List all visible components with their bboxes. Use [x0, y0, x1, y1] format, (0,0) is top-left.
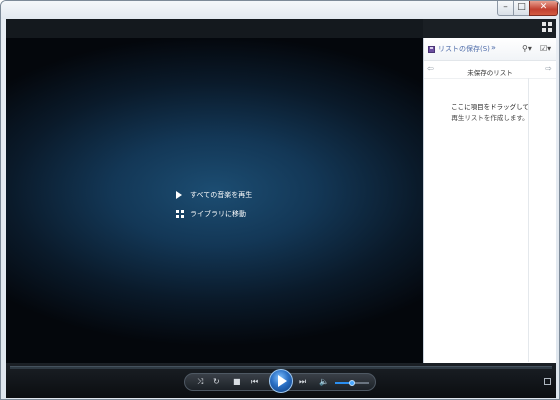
title-bar: – □ ✕	[1, 1, 559, 19]
list-pane: リストの保存(S) » ⚲▾ ☑▾ ⇦ 未保存のリスト ⇨ ここに項目をドラッグ…	[423, 38, 556, 363]
play-all-music-link[interactable]: すべての音楽を再生	[176, 190, 252, 200]
next-button[interactable]: ⏭	[299, 377, 306, 387]
media-player-window: – □ ✕ すべての音楽を再生 ライブラリに移動 リストの保存(S) » ⚲▾ …	[0, 0, 560, 400]
list-pane-toolbar: リストの保存(S) » ⚲▾ ☑▾	[424, 38, 556, 61]
mute-button[interactable]: 🔈	[319, 377, 329, 387]
save-list-button[interactable]: リストの保存(S)	[428, 44, 490, 54]
shuffle-button[interactable]: ⤨	[197, 377, 203, 387]
transport-controls: ⤨ ↻ ■ ⏮ ⏭ 🔈	[184, 369, 376, 393]
video-top-strip	[6, 19, 423, 38]
list-pane-divider	[528, 78, 529, 362]
now-playing-area: すべての音楽を再生 ライブラリに移動	[6, 19, 423, 363]
go-to-library-link[interactable]: ライブラリに移動	[176, 209, 246, 219]
layout-switch-icon[interactable]	[542, 22, 553, 33]
drag-hint-line-1: ここに項目をドラッグして	[451, 103, 529, 111]
play-all-label: すべての音楽を再生	[190, 191, 253, 199]
forward-arrow-icon[interactable]: ⇨	[545, 64, 552, 73]
repeat-button[interactable]: ↻	[213, 377, 220, 387]
stop-button[interactable]: ■	[233, 377, 241, 387]
unsaved-list-title: 未保存のリスト	[467, 69, 513, 77]
library-icon	[176, 210, 184, 218]
previous-button[interactable]: ⏮	[251, 377, 258, 387]
go-to-library-label: ライブラリに移動	[190, 210, 246, 218]
close-button[interactable]: ✕	[529, 1, 558, 16]
play-icon	[176, 191, 182, 199]
list-options-icon[interactable]: ⚲▾	[522, 44, 532, 53]
clear-list-options-icon[interactable]: ☑▾	[540, 44, 551, 53]
playback-controls: ⤨ ↻ ■ ⏮ ⏭ 🔈	[6, 363, 556, 398]
maximize-button[interactable]: □	[513, 1, 530, 16]
volume-knob[interactable]	[349, 380, 355, 386]
minimize-button[interactable]: –	[497, 1, 514, 16]
volume-slider[interactable]	[335, 380, 369, 386]
drag-hint-line-2: 再生リストを作成します。	[451, 114, 529, 122]
list-navigation: ⇦ 未保存のリスト ⇨	[424, 62, 556, 79]
play-icon	[278, 375, 287, 387]
disk-icon	[428, 45, 435, 53]
save-list-label: リストの保存(S)	[438, 45, 490, 53]
play-button[interactable]	[269, 369, 293, 393]
more-options-button[interactable]: »	[491, 43, 496, 52]
switch-to-now-playing-icon[interactable]	[544, 378, 551, 385]
